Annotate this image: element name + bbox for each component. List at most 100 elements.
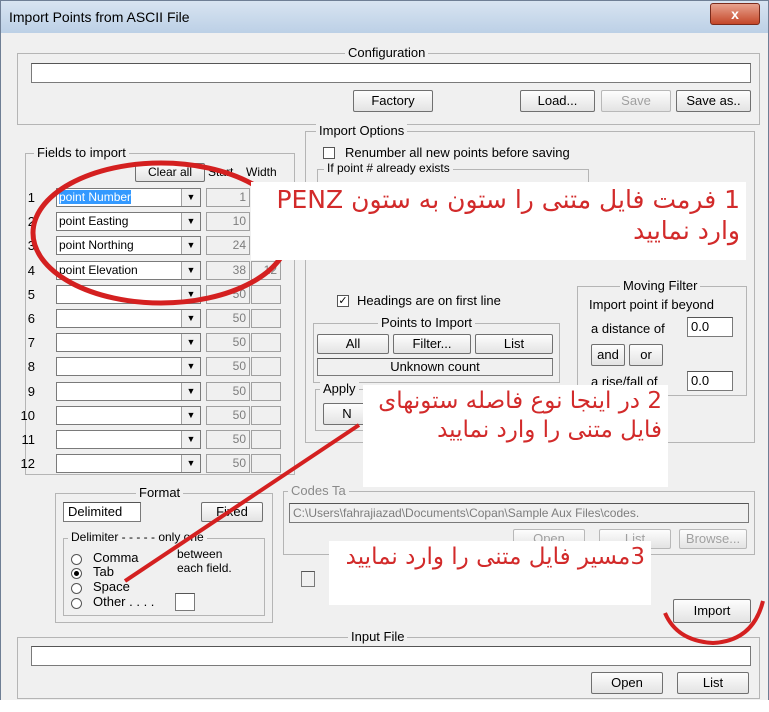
field-start-input[interactable]: 38: [206, 261, 250, 280]
chevron-down-icon[interactable]: ▼: [181, 237, 200, 254]
field-start-input[interactable]: 50: [206, 309, 250, 328]
field-select[interactable]: point Northing ▼: [56, 236, 201, 255]
field-row-number: 5: [27, 287, 35, 302]
comma-label: Comma: [93, 550, 139, 565]
field-start-input[interactable]: 50: [206, 406, 250, 425]
field-select[interactable]: point Elevation ▼: [56, 261, 201, 280]
chevron-down-icon[interactable]: ▼: [181, 383, 200, 400]
format-label: Format: [136, 485, 184, 500]
window-title: Import Points from ASCII File: [9, 9, 190, 25]
import-button[interactable]: Import: [673, 599, 751, 623]
load-button[interactable]: Load...: [520, 90, 595, 112]
field-width-input[interactable]: [251, 333, 281, 352]
field-start-input[interactable]: 1: [206, 188, 250, 207]
field-select-value: point Northing: [59, 238, 134, 252]
field-select[interactable]: ▼: [56, 430, 201, 449]
tab-radio[interactable]: [71, 568, 82, 579]
field-start-input[interactable]: 10: [206, 212, 250, 231]
field-width-input[interactable]: [251, 309, 281, 328]
input-open-button[interactable]: Open: [591, 672, 663, 694]
fields-label: Fields to import: [34, 145, 129, 160]
field-width-input[interactable]: [251, 454, 281, 473]
filter-button[interactable]: Filter...: [393, 334, 471, 354]
factory-button[interactable]: Factory: [353, 90, 433, 112]
field-start-input[interactable]: 50: [206, 430, 250, 449]
headings-checkbox[interactable]: ✓: [337, 295, 349, 307]
chevron-down-icon[interactable]: ▼: [181, 286, 200, 303]
or-button[interactable]: or: [629, 344, 663, 366]
close-button[interactable]: x: [710, 3, 760, 25]
field-start-input[interactable]: 50: [206, 454, 250, 473]
page-bottom-margin: [0, 700, 769, 711]
field-select-value: point Number: [59, 190, 132, 204]
field-start-input[interactable]: 24: [206, 236, 250, 255]
small-field[interactable]: [301, 571, 315, 587]
moving-filter-label: Moving Filter: [620, 278, 701, 293]
moving-filter-text: Import point if beyond: [589, 297, 715, 312]
field-width-input[interactable]: [251, 357, 281, 376]
field-row-number: 6: [27, 311, 35, 326]
codes-browse-button[interactable]: Browse...: [679, 529, 747, 549]
chevron-down-icon[interactable]: ▼: [181, 407, 200, 424]
fixed-option[interactable]: Fixed: [201, 502, 263, 522]
rise-input[interactable]: 0.0: [687, 371, 733, 391]
if-exists-label: If point # already exists: [324, 161, 453, 175]
input-list-button[interactable]: List: [677, 672, 749, 694]
field-row-number: 9: [27, 384, 35, 399]
field-width-input[interactable]: 12: [251, 261, 281, 280]
codes-label: Codes Ta: [288, 483, 349, 498]
input-file-field[interactable]: [31, 646, 751, 666]
field-width-input[interactable]: [251, 382, 281, 401]
field-select[interactable]: ▼: [56, 285, 201, 304]
field-select[interactable]: ▼: [56, 309, 201, 328]
codes-path-field[interactable]: C:\Users\fahrajiazad\Documents\Copan\Sam…: [289, 503, 749, 523]
field-select[interactable]: ▼: [56, 406, 201, 425]
title-bar[interactable]: Import Points from ASCII File x: [1, 1, 768, 33]
chevron-down-icon[interactable]: ▼: [181, 431, 200, 448]
field-row-number: 2: [27, 214, 35, 229]
delimiter-note-2: each field.: [177, 561, 232, 575]
field-start-input[interactable]: 50: [206, 382, 250, 401]
field-select[interactable]: point Number ▼: [56, 188, 201, 207]
renumber-checkbox[interactable]: [323, 147, 335, 159]
field-start-input[interactable]: 50: [206, 333, 250, 352]
delimited-option[interactable]: Delimited: [63, 502, 141, 522]
other-delimiter-input[interactable]: [175, 593, 195, 611]
comma-radio[interactable]: [71, 554, 82, 565]
delimiter-note-1: between: [177, 547, 223, 561]
chevron-down-icon[interactable]: ▼: [181, 213, 200, 230]
tab-label: Tab: [93, 564, 114, 579]
and-button[interactable]: and: [591, 344, 625, 366]
field-width-input[interactable]: [251, 285, 281, 304]
field-width-input[interactable]: [251, 406, 281, 425]
all-button[interactable]: All: [317, 334, 389, 354]
field-row-number: 8: [27, 359, 35, 374]
space-label: Space: [93, 579, 130, 594]
chevron-down-icon[interactable]: ▼: [181, 358, 200, 375]
save-as-button[interactable]: Save as..: [676, 90, 751, 112]
points-to-import-label: Points to Import: [378, 315, 476, 330]
field-width-input[interactable]: [251, 430, 281, 449]
field-start-input[interactable]: 50: [206, 285, 250, 304]
chevron-down-icon[interactable]: ▼: [181, 334, 200, 351]
field-select[interactable]: ▼: [56, 357, 201, 376]
field-start-input[interactable]: 50: [206, 357, 250, 376]
field-select[interactable]: ▼: [56, 333, 201, 352]
configuration-field[interactable]: [31, 63, 751, 83]
input-file-label: Input File: [348, 629, 408, 644]
chevron-down-icon[interactable]: ▼: [181, 455, 200, 472]
field-select[interactable]: point Easting ▼: [56, 212, 201, 231]
space-radio[interactable]: [71, 583, 82, 594]
field-select-value: point Elevation: [59, 263, 138, 277]
save-button[interactable]: Save: [601, 90, 671, 112]
annotation-note-3: 3مسیر فایل متنی را وارد نمایید: [329, 541, 651, 605]
other-radio[interactable]: [71, 598, 82, 609]
chevron-down-icon[interactable]: ▼: [181, 310, 200, 327]
list-points-button[interactable]: List: [475, 334, 553, 354]
field-select[interactable]: ▼: [56, 382, 201, 401]
chevron-down-icon[interactable]: ▼: [181, 189, 200, 206]
clear-all-button[interactable]: Clear all: [135, 163, 205, 182]
chevron-down-icon[interactable]: ▼: [181, 262, 200, 279]
field-select[interactable]: ▼: [56, 454, 201, 473]
distance-input[interactable]: 0.0: [687, 317, 733, 337]
